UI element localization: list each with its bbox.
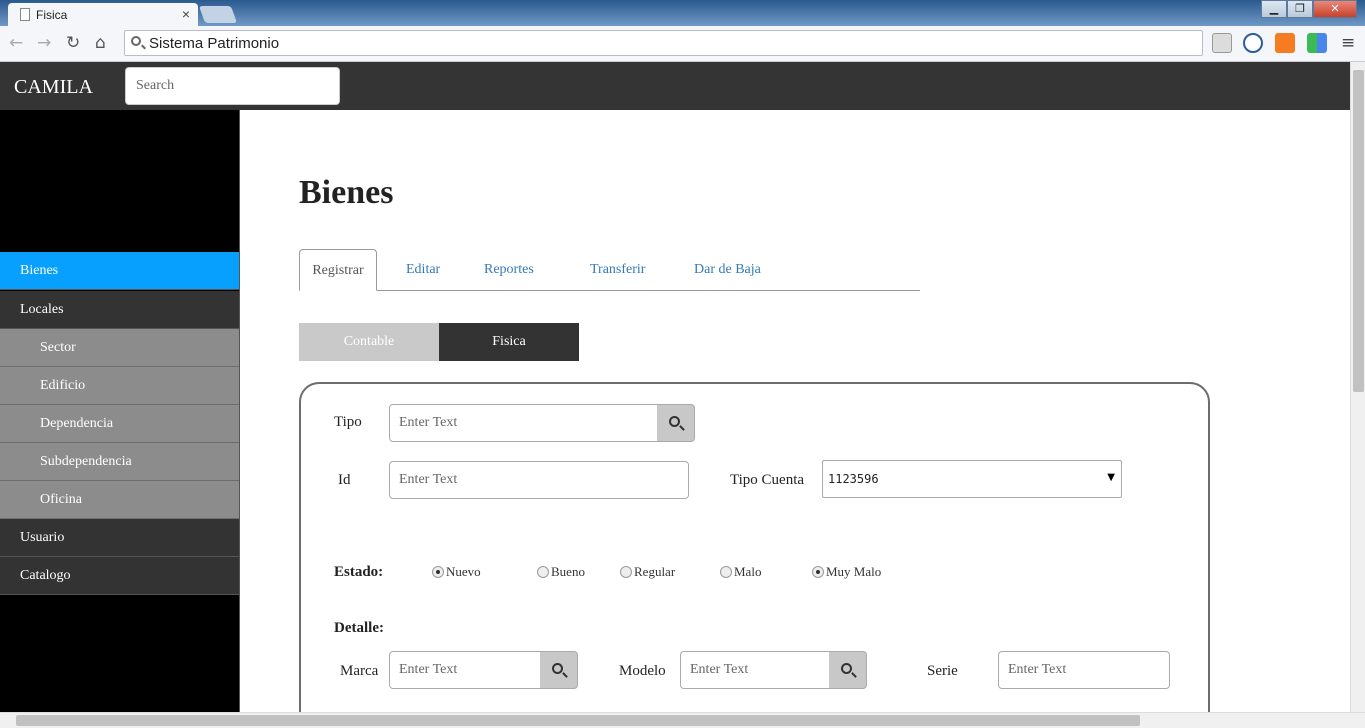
tipo-search-button[interactable] xyxy=(657,404,695,442)
sidebar-item-oficina[interactable]: Oficina xyxy=(0,481,239,519)
sidebar-item-catalogo[interactable]: Catalogo xyxy=(0,557,239,595)
serie-input[interactable] xyxy=(998,651,1170,689)
reload-button[interactable]: ↻ xyxy=(66,33,80,53)
home-button[interactable]: ⌂ xyxy=(95,33,106,53)
sidebar-item-dependencia[interactable]: Dependencia xyxy=(0,405,239,443)
main-content: Bienes Registrar Editar Reportes Transfe… xyxy=(240,110,1350,728)
vertical-scrollbar[interactable] xyxy=(1350,62,1365,712)
sidebar-item-subdependencia[interactable]: Subdependencia xyxy=(0,443,239,481)
page-title: Bienes xyxy=(299,174,394,211)
tab-reportes[interactable]: Reportes xyxy=(484,249,534,291)
sidebar-item-usuario[interactable]: Usuario xyxy=(0,519,239,557)
scrollbar-thumb[interactable] xyxy=(16,715,1140,726)
tipo-cuenta-value: 1123596 xyxy=(828,472,879,486)
tab-title: Fisica xyxy=(36,8,68,22)
brand-logo[interactable]: CAMILA xyxy=(14,76,93,99)
sidebar-item-locales[interactable]: Locales xyxy=(0,291,239,329)
marca-search-button[interactable] xyxy=(540,651,578,689)
sync-extension-icon[interactable] xyxy=(1243,33,1263,53)
browser-tab[interactable]: Fisica × xyxy=(8,3,198,26)
back-button[interactable]: ← xyxy=(9,33,23,53)
window-controls: ▁ ❐ ✕ xyxy=(1261,0,1357,18)
menu-icon[interactable]: ≡ xyxy=(1341,33,1355,53)
radio-label: Muy Malo xyxy=(826,564,882,579)
id-label: Id xyxy=(338,472,351,488)
radio-button-icon xyxy=(720,566,732,578)
horizontal-scrollbar[interactable] xyxy=(0,712,1365,728)
detalle-label: Detalle: xyxy=(334,620,384,636)
sidebar: Bienes Locales Sector Edificio Dependenc… xyxy=(0,110,240,712)
browser-toolbar: ← → ↻ ⌂ Sistema Patrimonio ≡ xyxy=(0,26,1365,62)
radio-button-icon xyxy=(620,566,632,578)
search-icon xyxy=(669,416,680,427)
marca-label: Marca xyxy=(340,663,379,679)
tipo-label: Tipo xyxy=(334,414,362,430)
search-input[interactable] xyxy=(125,67,340,105)
registration-form: Tipo Id Tipo Cuenta 1123596 ▼ Estado: Nu… xyxy=(299,382,1210,728)
analytics-extension-icon[interactable] xyxy=(1275,33,1295,53)
minimize-button[interactable]: ▁ xyxy=(1261,0,1287,18)
estado-label: Estado: xyxy=(334,564,384,580)
modelo-input[interactable] xyxy=(680,651,830,689)
address-text: Sistema Patrimonio xyxy=(149,35,280,52)
sidebar-item-sector[interactable]: Sector xyxy=(0,329,239,367)
marca-input[interactable] xyxy=(389,651,541,689)
close-window-button[interactable]: ✕ xyxy=(1313,0,1357,18)
tab-bar: Registrar Editar Reportes Transferir Dar… xyxy=(299,249,920,291)
forward-button[interactable]: → xyxy=(37,33,51,53)
modelo-label: Modelo xyxy=(619,663,666,679)
search-icon xyxy=(841,663,852,674)
tab-dar-de-baja[interactable]: Dar de Baja xyxy=(694,249,761,291)
fisica-toggle-button[interactable]: Fisica xyxy=(439,323,579,361)
tab-close-icon[interactable]: × xyxy=(182,6,190,22)
new-tab-button[interactable] xyxy=(198,6,238,23)
tipo-cuenta-label: Tipo Cuenta xyxy=(730,472,805,488)
scrollbar-thumb[interactable] xyxy=(1353,70,1364,392)
puzzle-extension-icon[interactable] xyxy=(1307,33,1327,53)
tab-registrar[interactable]: Registrar xyxy=(299,249,377,291)
tipo-cuenta-select[interactable]: 1123596 ▼ xyxy=(822,460,1122,498)
maximize-button[interactable]: ❐ xyxy=(1287,0,1313,18)
tipo-input[interactable] xyxy=(389,404,658,442)
tab-transferir[interactable]: Transferir xyxy=(590,249,645,291)
radio-button-icon xyxy=(537,566,549,578)
contable-toggle-button[interactable]: Contable xyxy=(299,323,439,361)
id-input[interactable] xyxy=(389,461,689,499)
radio-button-icon xyxy=(812,566,824,578)
radio-button-icon xyxy=(432,566,444,578)
modelo-search-button[interactable] xyxy=(829,651,867,689)
sidebar-item-bienes[interactable]: Bienes xyxy=(0,252,239,290)
sidebar-item-edificio[interactable]: Edificio xyxy=(0,367,239,405)
page-icon xyxy=(20,8,30,21)
radio-label: Nuevo xyxy=(446,564,481,579)
search-icon xyxy=(131,36,141,46)
radio-label: Regular xyxy=(634,564,676,579)
browser-titlebar: Fisica × ▁ ❐ ✕ xyxy=(0,0,1365,26)
tab-editar[interactable]: Editar xyxy=(406,249,440,291)
top-navbar: CAMILA xyxy=(0,62,1350,110)
search-icon xyxy=(552,663,563,674)
radio-label: Bueno xyxy=(551,564,585,579)
radio-label: Malo xyxy=(734,564,762,579)
gmail-extension-icon[interactable] xyxy=(1212,33,1232,53)
address-bar[interactable]: Sistema Patrimonio xyxy=(124,30,1203,56)
serie-label: Serie xyxy=(927,663,958,679)
dropdown-arrow-icon: ▼ xyxy=(1107,472,1115,483)
